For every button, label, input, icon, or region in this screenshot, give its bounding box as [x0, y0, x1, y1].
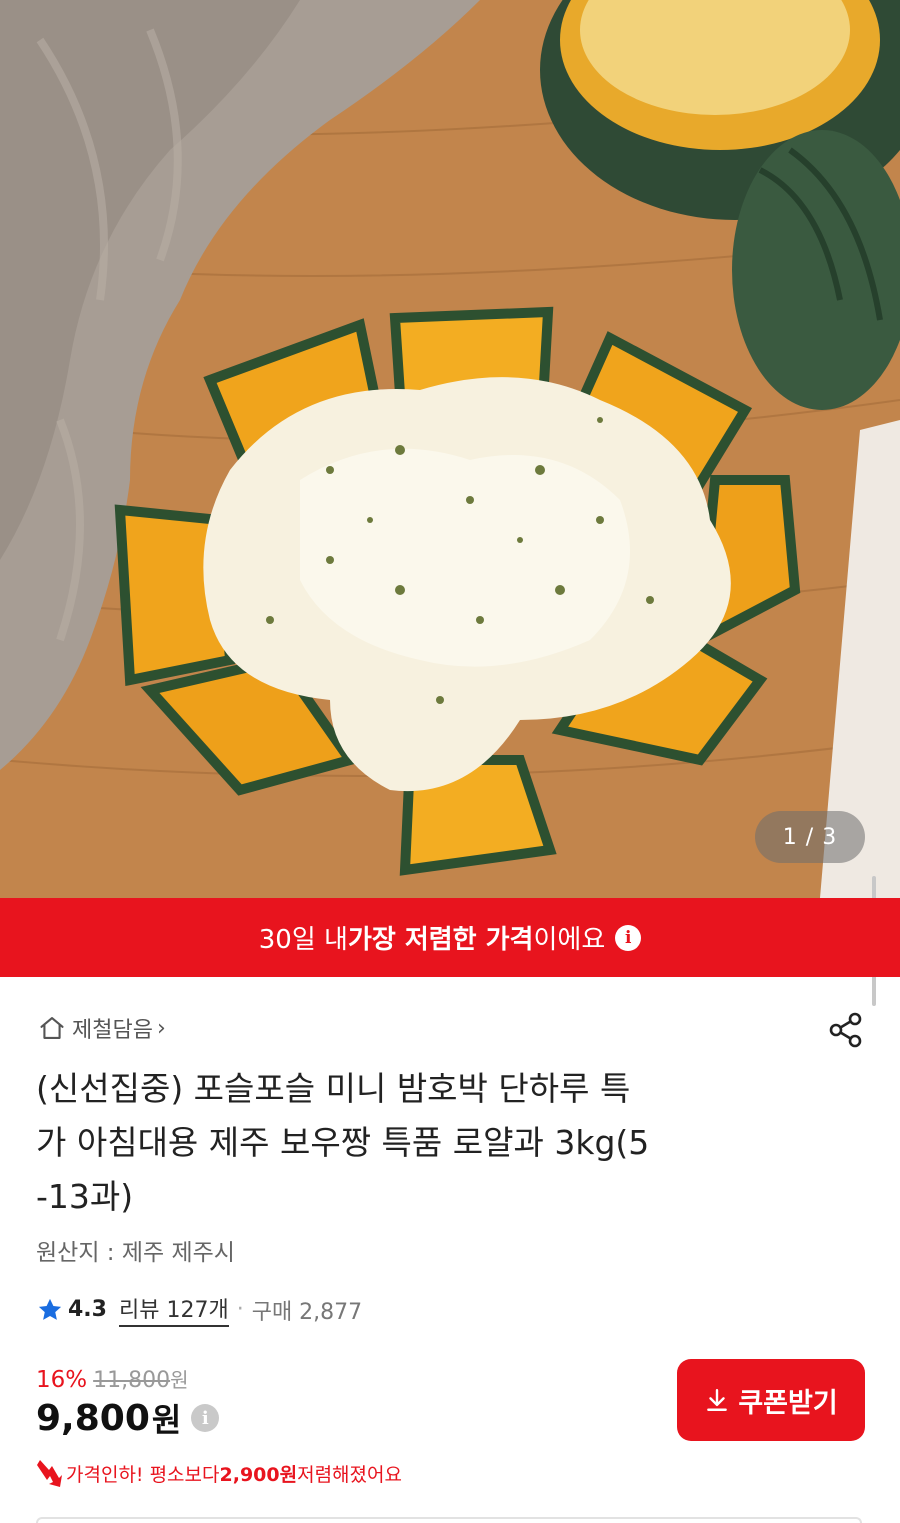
price-info-icon[interactable]: i	[191, 1404, 220, 1432]
discount-rate: 16%	[36, 1367, 88, 1393]
lowest-price-banner[interactable]: 30일 내 가장 저렴한 가격 이에요 i	[0, 898, 900, 977]
chevron-right-icon: ›	[156, 1015, 166, 1041]
original-price-unit: 원	[170, 1368, 189, 1392]
sale-price-unit: 원	[151, 1401, 182, 1439]
product-image-carousel[interactable]: 1 / 3	[0, 0, 900, 898]
product-title: (신선집중) 포슬포슬 미니 밤호박 단하루 특 가 아침대용 제주 보우짱 특…	[36, 1062, 826, 1224]
review-count-link[interactable]: 리뷰 127개	[118, 1292, 229, 1327]
banner-suffix: 이에요	[533, 925, 606, 955]
title-line: (신선집중) 포슬포슬 미니 밤호박 단하루 특	[36, 1069, 631, 1108]
rating-score: 4.3	[68, 1297, 107, 1322]
seller-store-link[interactable]: 제철담음 ›	[38, 1012, 166, 1044]
price-drop-amount: 2,900원	[219, 1463, 298, 1486]
banner-highlight: 가장 저렴한 가격	[347, 925, 534, 955]
price-drop-icon	[37, 1460, 62, 1487]
image-counter: 1 / 3	[755, 811, 865, 863]
price-drop-prefix: 가격인하! 평소보다	[66, 1463, 220, 1486]
title-line: 가 아침대용 제주 보우짱 특품 로얄과 3kg(5	[36, 1123, 650, 1162]
purchase-count: 구매 2,877	[251, 1299, 363, 1325]
discount-row: 16% 11,800 원	[36, 1364, 189, 1393]
sale-price: 9,800	[36, 1397, 150, 1439]
next-section-edge	[36, 1517, 862, 1523]
share-icon[interactable]	[826, 1010, 866, 1050]
title-line: -13과)	[36, 1177, 134, 1216]
product-photo	[0, 0, 900, 898]
price-drop-suffix: 저렴해졌어요	[297, 1463, 402, 1486]
original-price: 11,800	[93, 1368, 171, 1393]
banner-prefix: 30일 내	[258, 925, 348, 955]
coupon-download-button[interactable]: 쿠폰받기	[677, 1359, 865, 1441]
sale-price-row: 9,800 원 i	[36, 1395, 220, 1441]
coupon-label: 쿠폰받기	[738, 1387, 838, 1419]
star-icon	[38, 1298, 62, 1320]
rating-row: 4.3 리뷰 127개 · 구매 2,877	[36, 1292, 362, 1327]
info-icon[interactable]: i	[615, 924, 642, 951]
home-icon	[40, 1017, 64, 1039]
download-icon	[707, 1389, 728, 1411]
price-drop-notice: 가격인하! 평소보다 2,900원 저렴해졌어요	[36, 1458, 402, 1488]
separator: ·	[236, 1297, 244, 1322]
origin-info: 원산지 : 제주 제주시	[36, 1240, 235, 1266]
seller-name: 제철담음	[72, 1018, 153, 1043]
